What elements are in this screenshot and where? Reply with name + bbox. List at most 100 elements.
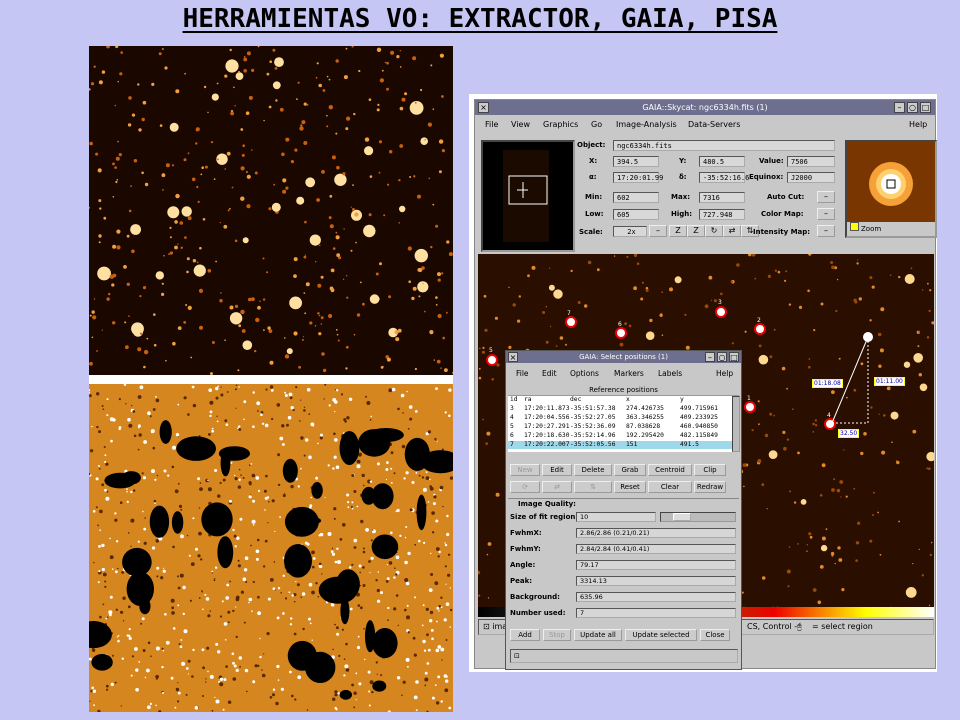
- flip-x-icon[interactable]: ⇄: [723, 225, 741, 237]
- table-row[interactable]: 6 17:20:18.630 -35:52:14.96 192.295420 482.1…: [508, 432, 732, 440]
- close-button[interactable]: Close: [700, 629, 730, 641]
- centroid-button[interactable]: Centroid: [648, 464, 692, 476]
- dialog-iconify-button[interactable]: ○: [717, 352, 727, 362]
- dialog-menu-help[interactable]: Help: [716, 369, 733, 378]
- low-label: Low:: [585, 210, 604, 218]
- image-quality-label: Image Quality:: [518, 500, 576, 508]
- star-field-image: [89, 46, 453, 375]
- add-button[interactable]: Add: [510, 629, 540, 641]
- menu-help[interactable]: Help: [909, 120, 927, 129]
- marker-6[interactable]: [615, 327, 627, 339]
- colormap-menu-button[interactable]: –: [817, 208, 835, 220]
- info-panel: Object: ngc6334h.fits X: 394.5 Y: 480.5 …: [477, 138, 937, 254]
- table-cell: -35:52:05.56: [570, 441, 616, 448]
- dialog-menu-markers[interactable]: Markers: [614, 369, 644, 378]
- dialog-maximize-button[interactable]: □: [729, 352, 739, 362]
- status-text-right2: = select region: [812, 622, 873, 631]
- marker-1[interactable]: [744, 401, 756, 413]
- refresh-icon-button[interactable]: ⟳: [510, 481, 540, 493]
- table-cell: 17:20:11.873: [524, 405, 570, 412]
- zoom-window: Zoom: [845, 140, 937, 238]
- delete-button[interactable]: Delete: [574, 464, 612, 476]
- clip-button[interactable]: Clip: [694, 464, 726, 476]
- marker-7[interactable]: [565, 316, 577, 328]
- x-field: 394.5: [613, 156, 659, 167]
- menu-image-analysis[interactable]: Image-Analysis: [616, 120, 677, 129]
- edit-button[interactable]: Edit: [542, 464, 572, 476]
- min-field: 602: [613, 192, 659, 203]
- dialog-menu-button[interactable]: ×: [508, 352, 518, 362]
- quality-value[interactable]: 10: [576, 512, 656, 522]
- table-row[interactable]: 5 17:20:27.291 -35:52:36.09 87.038628 460.94…: [508, 423, 732, 431]
- dialog-menu-labels[interactable]: Labels: [658, 369, 682, 378]
- rotate-icon[interactable]: ↻: [705, 225, 723, 237]
- quality-value: 635.96: [576, 592, 736, 602]
- value-label: Value:: [759, 157, 784, 165]
- minimize-button[interactable]: –: [894, 102, 905, 113]
- maximize-button[interactable]: □: [920, 102, 931, 113]
- stop-button[interactable]: Stop: [543, 629, 571, 641]
- slider-handle[interactable]: [673, 513, 691, 521]
- high-field[interactable]: 727.948: [699, 209, 745, 220]
- status-icon: ⊡: [483, 622, 490, 631]
- dialog-menu-edit[interactable]: Edit: [542, 369, 557, 378]
- quality-label: Angle:: [510, 561, 536, 569]
- low-field[interactable]: 605: [613, 209, 659, 220]
- autocut-label: Auto Cut:: [767, 193, 805, 201]
- dialog-menu-file[interactable]: File: [516, 369, 529, 378]
- panner-thumbnail[interactable]: [481, 140, 575, 252]
- zoom-label: Zoom: [861, 225, 882, 233]
- table-cell: 151: [626, 441, 638, 448]
- menu-data-servers[interactable]: Data-Servers: [688, 120, 740, 129]
- menu-go[interactable]: Go: [591, 120, 602, 129]
- autocut-menu-button[interactable]: –: [817, 191, 835, 203]
- table-row[interactable]: 7 17:20:22.007 -35:52:05.56 151 491.5: [508, 441, 732, 449]
- dialog-minimize-button[interactable]: –: [705, 352, 715, 362]
- zoom-out-icon[interactable]: Z: [687, 225, 705, 237]
- fit-region-slider[interactable]: [660, 512, 736, 522]
- redraw-button[interactable]: Redraw: [694, 481, 726, 493]
- zoom-in-icon[interactable]: Z: [669, 225, 687, 237]
- marker-2[interactable]: [754, 323, 766, 335]
- table-cell: 17:20:27.291: [524, 423, 570, 430]
- new-button[interactable]: New: [510, 464, 540, 476]
- table-cell: 4: [510, 414, 514, 421]
- column-header: ra: [524, 396, 532, 403]
- scale-menu-button[interactable]: –: [649, 225, 667, 237]
- clear-button[interactable]: Clear: [648, 481, 692, 493]
- marker-3[interactable]: [715, 306, 727, 318]
- positions-table[interactable]: id ra dec x y 3 17:20:11.873 -35:51:57.38 2…: [508, 396, 732, 452]
- iconify-button[interactable]: ○: [907, 102, 918, 113]
- quality-label: Number used:: [510, 609, 566, 617]
- grab-button[interactable]: Grab: [614, 464, 646, 476]
- table-scrollbar[interactable]: [732, 396, 740, 452]
- marker-5[interactable]: [486, 354, 498, 366]
- quality-label: FwhmY:: [510, 545, 541, 553]
- window-menu-button[interactable]: ×: [478, 102, 489, 113]
- ra-field: 17:20:01.99: [613, 172, 663, 183]
- extractor-output-image: [89, 384, 453, 712]
- table-row[interactable]: 4 17:20:04.556 -35:52:27.05 363.346255 409.2…: [508, 414, 732, 422]
- equinox-label: Equinox:: [749, 173, 784, 181]
- reset-button[interactable]: Reset: [614, 481, 646, 493]
- table-row[interactable]: 3 17:20:11.873 -35:51:57.38 274.426735 499.7…: [508, 405, 732, 413]
- marker-label-5: 5: [489, 347, 493, 354]
- column-header: dec: [570, 396, 582, 403]
- dialog-menu-options[interactable]: Options: [570, 369, 599, 378]
- update-all-button[interactable]: Update all: [574, 629, 622, 641]
- menu-graphics[interactable]: Graphics: [543, 120, 578, 129]
- swap-icon-button[interactable]: ⇄: [542, 481, 572, 493]
- scale-field[interactable]: 2x: [613, 226, 647, 237]
- menu-view[interactable]: View: [511, 120, 530, 129]
- zoom-toggle[interactable]: Zoom: [847, 222, 935, 236]
- reference-positions-header: Reference positions: [508, 385, 739, 396]
- equinox-field: J2000: [787, 172, 835, 183]
- sort-icon-button[interactable]: ⇅: [574, 481, 612, 493]
- scale-label: Scale:: [579, 228, 603, 236]
- zoom-checkbox-icon[interactable]: [850, 222, 859, 231]
- intensitymap-menu-button[interactable]: –: [817, 225, 835, 237]
- menu-file[interactable]: File: [485, 120, 498, 129]
- mouse-icon: 🖰: [797, 622, 802, 631]
- update-selected-button[interactable]: Update selected: [625, 629, 697, 641]
- gaia-menubar: File View Graphics Go Image-Analysis Dat…: [475, 115, 935, 135]
